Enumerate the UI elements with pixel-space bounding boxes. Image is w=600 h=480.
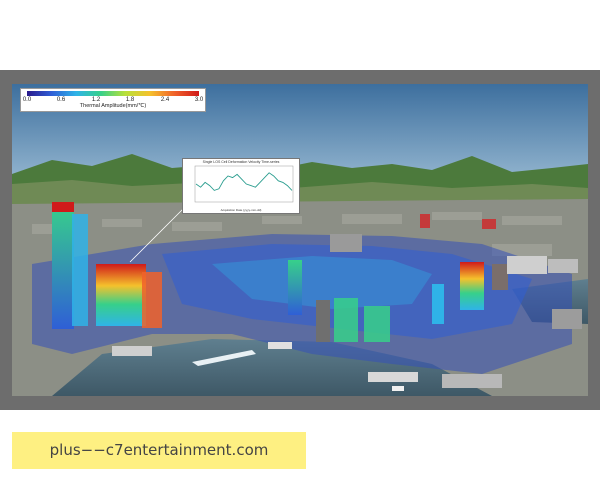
aerial-city-view	[12, 84, 588, 396]
inset-series-line	[195, 172, 293, 191]
colorbar-gradient	[27, 91, 199, 96]
inset-axes	[194, 165, 294, 203]
website-banner[interactable]: plus−−c7entertainment.com	[12, 432, 306, 469]
inset-x-label: Acquisition Date (yyyy-mm-dd)	[220, 208, 262, 212]
inset-plot	[194, 165, 294, 203]
colorbar-title: Thermal Amplitude(mm/℃)	[79, 103, 147, 109]
website-url[interactable]: plus−−c7entertainment.com	[12, 441, 306, 459]
city-thermal-map-scene	[12, 84, 588, 396]
colorbar-legend: 0.0 0.6 1.2 1.8 2.4 3.0 Thermal Amplitud…	[20, 88, 206, 112]
inset-time-series: Single LOS Cell Deformation Velocity Tim…	[182, 158, 300, 214]
